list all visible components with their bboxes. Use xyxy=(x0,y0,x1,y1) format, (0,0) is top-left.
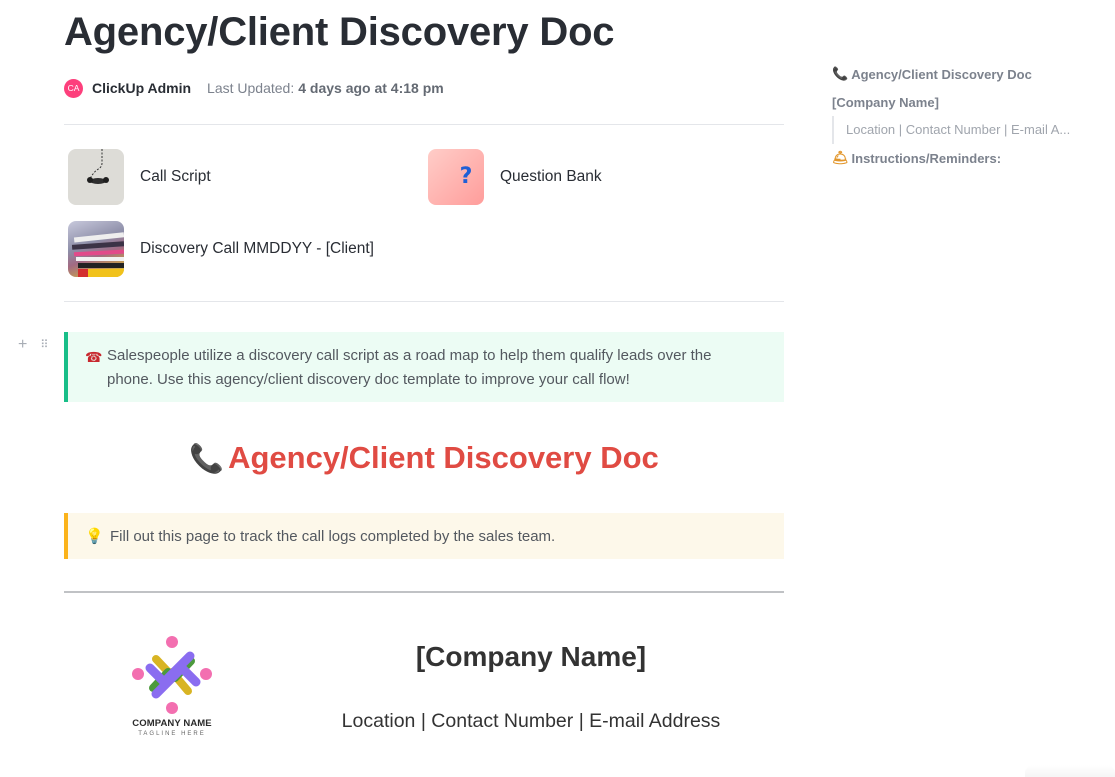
avatar[interactable]: CA xyxy=(64,78,83,98)
block-handles: + ⠿ xyxy=(18,336,48,354)
callout-tip-text: Fill out this page to track the call log… xyxy=(110,527,556,545)
lightbulb-icon: 💡 xyxy=(85,528,104,545)
divider xyxy=(64,591,784,593)
telephone-cord-thumbnail-icon xyxy=(68,149,124,205)
logo-tagline: TAGLINE HERE xyxy=(138,731,206,737)
subpage-discovery-call[interactable]: Discovery Call MMDDYY - [Client] xyxy=(68,221,374,277)
section-heading: 📞 Agency/Client Discovery Doc xyxy=(64,440,784,476)
toc-item-label: Location | Contact Number | E-mail A... xyxy=(832,116,1087,144)
callout-intro-text: Salespeople utilize a discovery call scr… xyxy=(107,347,712,388)
company-logo: COMPANY NAME TAGLINE HERE xyxy=(120,628,224,740)
author-name[interactable]: ClickUp Admin xyxy=(92,80,191,96)
drag-handle-icon[interactable]: ⠿ xyxy=(40,340,48,351)
phone-receiver-icon: 📞 xyxy=(189,443,225,474)
company-contact: Location | Contact Number | E-mail Addre… xyxy=(341,710,721,732)
page-meta: CA ClickUp Admin Last Updated: 4 days ag… xyxy=(64,78,444,98)
subpage-label: Discovery Call MMDDYY - [Client] xyxy=(140,240,374,257)
question-mark-thumbnail-icon: ? xyxy=(428,149,484,205)
add-block-icon[interactable]: + xyxy=(18,336,27,354)
phone-receiver-icon: 📞 xyxy=(832,66,849,81)
divider xyxy=(64,124,784,125)
company-name: [Company Name] xyxy=(415,641,647,672)
section-heading-text: Agency/Client Discovery Doc xyxy=(228,440,659,475)
subpage-call-script[interactable]: Call Script xyxy=(68,149,211,205)
service-bell-icon: 🛎 xyxy=(832,150,849,165)
subpage-question-bank[interactable]: ? Question Bank xyxy=(428,149,602,205)
toc-item-instructions[interactable]: 🛎 Instructions/Reminders: xyxy=(832,144,1092,172)
subpage-label: Question Bank xyxy=(500,168,602,185)
floating-toolbar-shadow xyxy=(1025,765,1115,777)
toc-item-label: Instructions/Reminders: xyxy=(851,150,1002,166)
telephone-icon: ☎ xyxy=(85,349,103,365)
table-of-contents: 📞 Agency/Client Discovery Doc [Company N… xyxy=(832,60,1092,172)
paper-stack-thumbnail-icon xyxy=(68,221,124,277)
company-logo-icon xyxy=(132,636,212,714)
last-updated-label: Last Updated: xyxy=(207,80,295,96)
svg-text:?: ? xyxy=(460,164,473,189)
logo-company-name: COMPANY NAME xyxy=(132,718,212,729)
page-title: Agency/Client Discovery Doc xyxy=(64,10,615,54)
divider xyxy=(64,301,784,302)
toc-item-label: Agency/Client Discovery Doc xyxy=(851,66,1032,82)
toc-item-contact[interactable]: Location | Contact Number | E-mail A... xyxy=(832,116,1092,144)
callout-intro[interactable]: ☎ Salespeople utilize a discovery call s… xyxy=(64,332,784,402)
toc-item-label: [Company Name] xyxy=(832,94,939,110)
toc-item-discovery-doc[interactable]: 📞 Agency/Client Discovery Doc xyxy=(832,60,1092,88)
subpage-label: Call Script xyxy=(140,168,211,185)
last-updated-value: 4 days ago at 4:18 pm xyxy=(298,80,444,96)
toc-item-company-name[interactable]: [Company Name] xyxy=(832,88,1092,116)
callout-tip[interactable]: 💡 Fill out this page to track the call l… xyxy=(64,513,784,559)
